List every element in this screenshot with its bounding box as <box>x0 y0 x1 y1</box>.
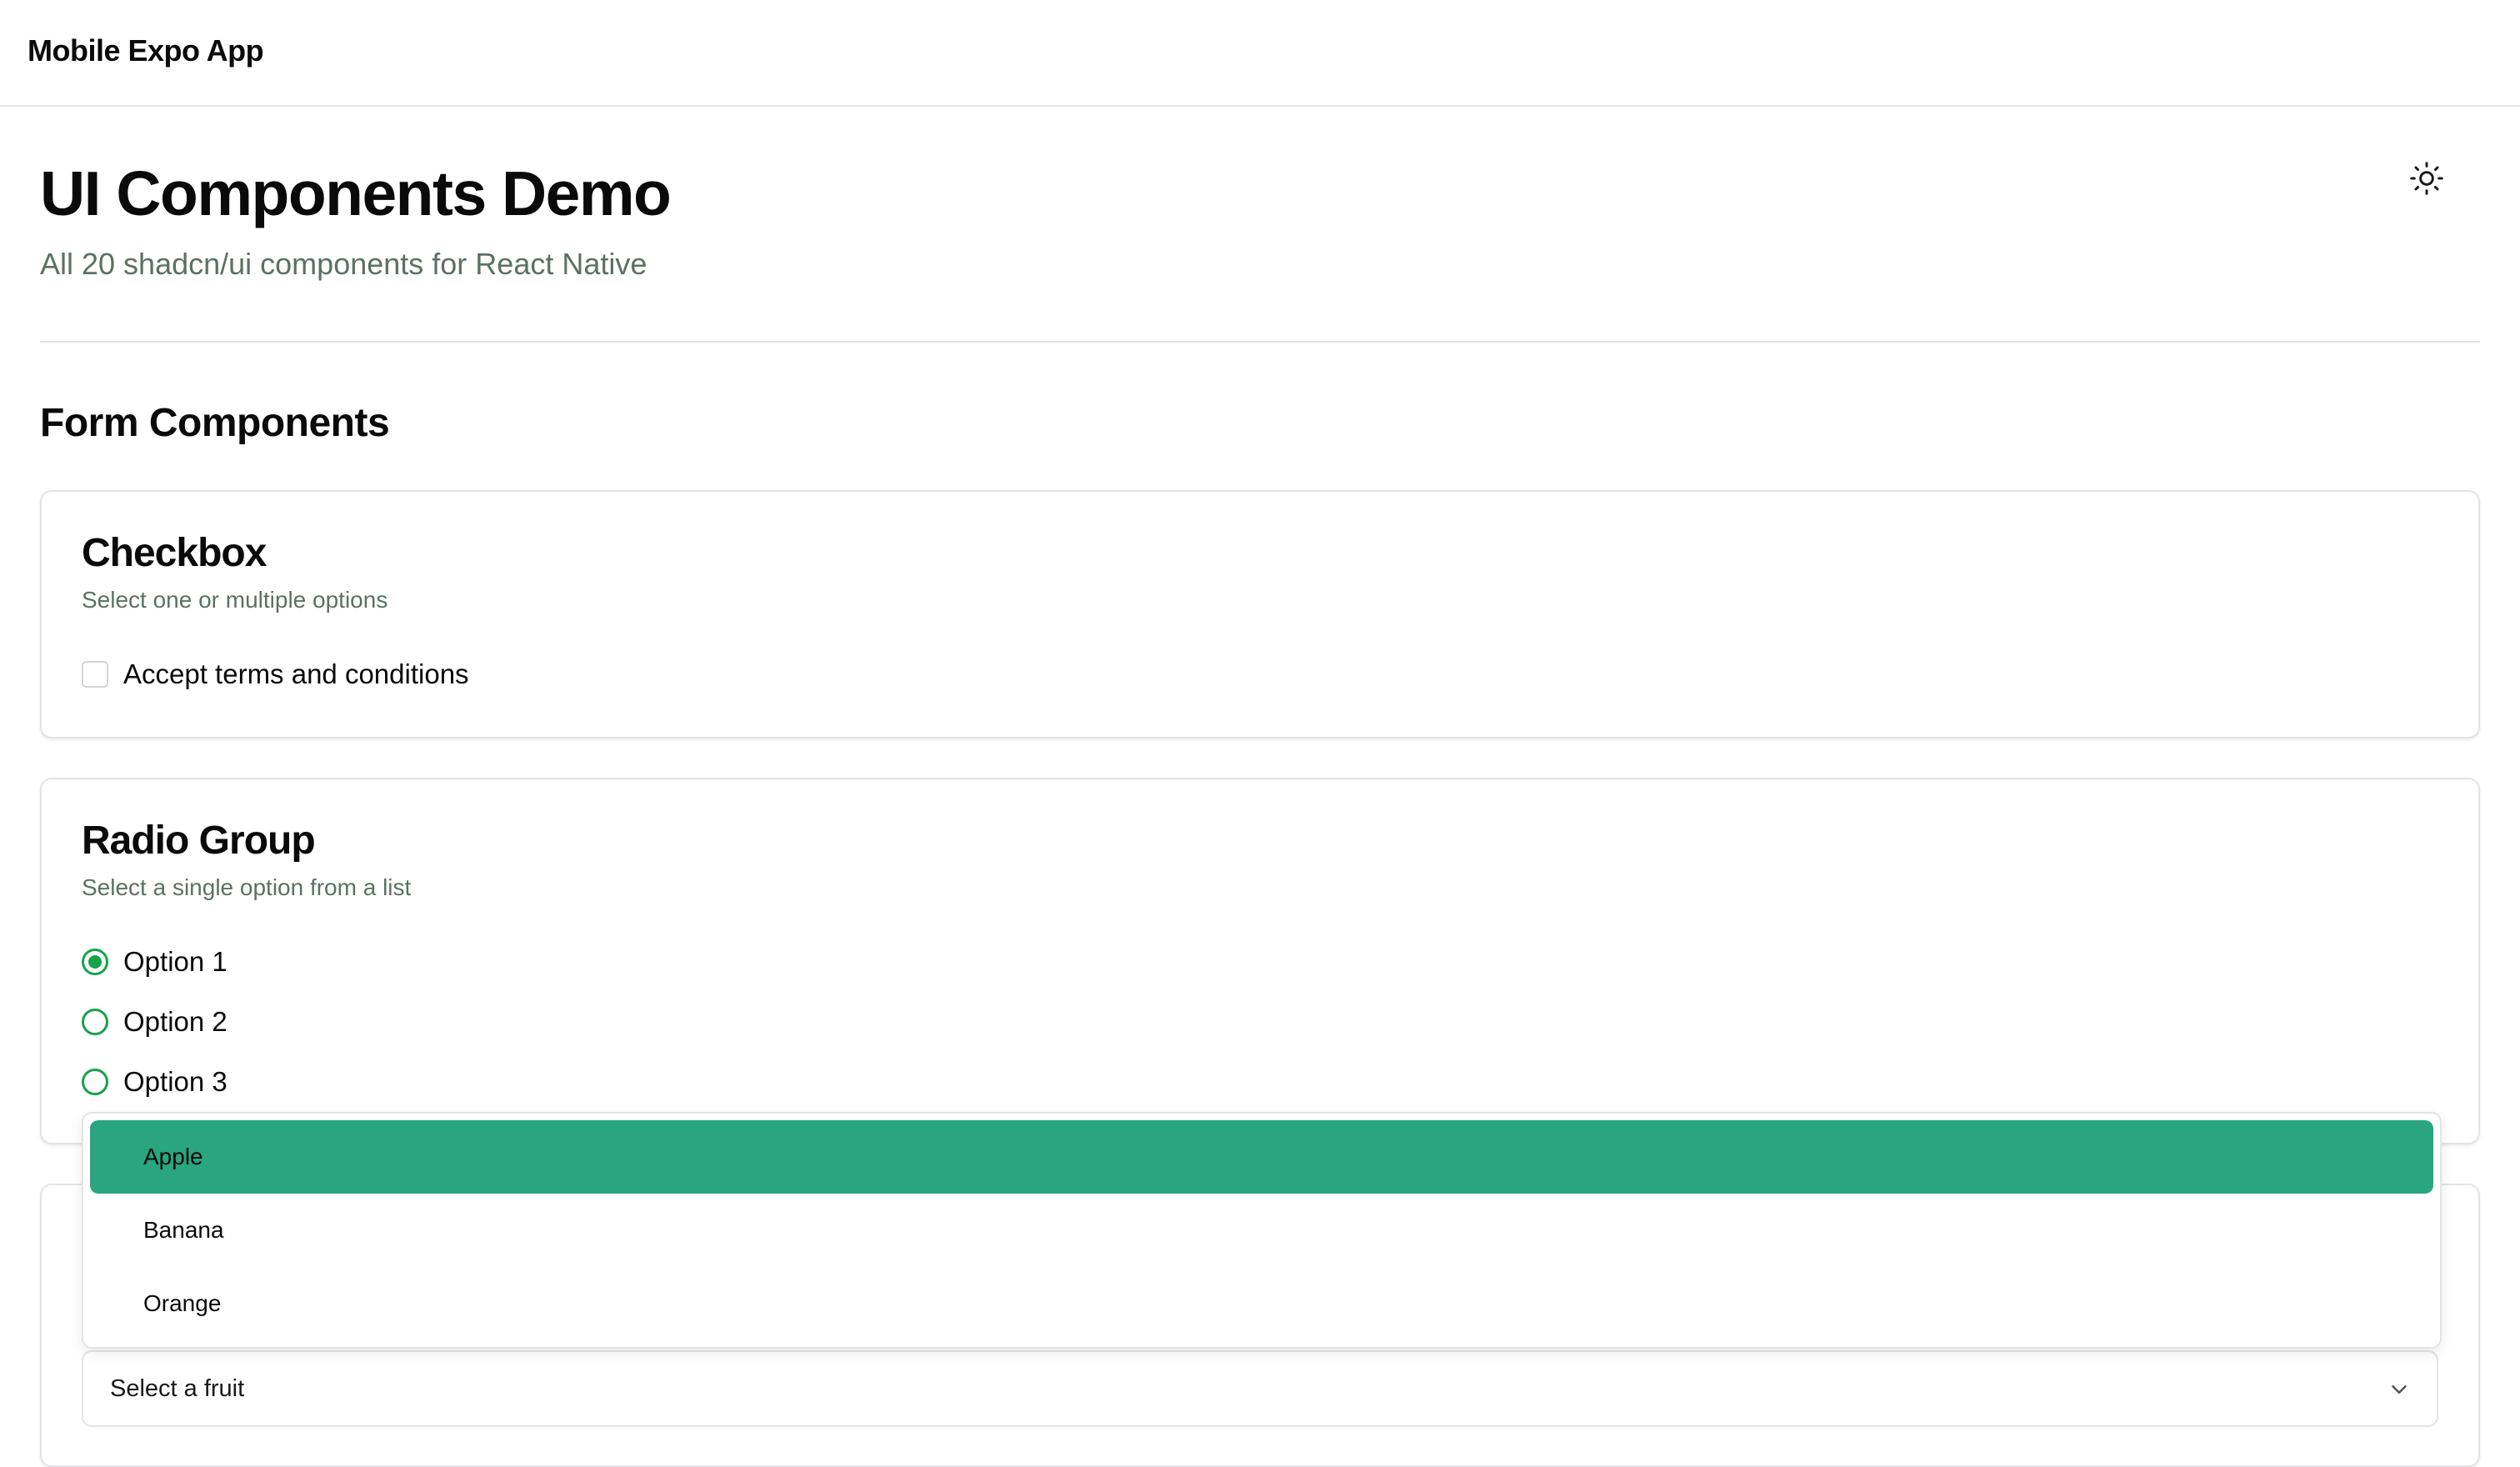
header-divider <box>40 341 2480 343</box>
select-option-orange[interactable]: Orange <box>90 1267 2433 1340</box>
radio-selected-dot <box>88 955 102 969</box>
card-description: Select a single option from a list <box>82 874 412 900</box>
checkbox-card: Checkbox Select one or multiple options … <box>40 490 2480 739</box>
radio-label: Option 1 <box>123 946 228 977</box>
radio-option-3[interactable]: Option 3 <box>82 1066 228 1098</box>
radio-label: Option 3 <box>123 1066 228 1097</box>
chevron-down-icon <box>2392 1385 2407 1394</box>
select-placeholder: Select a fruit <box>110 1374 245 1402</box>
radio-option-1[interactable]: Option 1 <box>82 946 228 978</box>
app-title: Mobile Expo App <box>28 33 264 68</box>
radio-option-2[interactable]: Option 2 <box>82 1006 228 1038</box>
select-option-apple[interactable]: Apple <box>90 1120 2433 1194</box>
radio-button[interactable] <box>82 949 108 975</box>
page-subtitle: All 20 shadcn/ui components for React Na… <box>40 247 648 281</box>
card-description: Select one or multiple options <box>82 587 388 613</box>
select-dropdown: Apple Banana Orange <box>82 1112 2442 1349</box>
terms-checkbox[interactable] <box>82 661 108 688</box>
radio-group-card: Radio Group Select a single option from … <box>40 778 2480 1144</box>
sun-icon <box>2410 162 2443 195</box>
radio-button[interactable] <box>82 1009 108 1035</box>
page-title: UI Components Demo <box>40 158 672 228</box>
radio-button[interactable] <box>82 1069 108 1095</box>
fruit-select[interactable]: Select a fruit <box>82 1350 2438 1427</box>
card-title: Checkbox <box>82 531 267 575</box>
radio-label: Option 2 <box>123 1006 228 1037</box>
card-title: Radio Group <box>82 819 316 863</box>
checkbox-label: Accept terms and conditions <box>123 658 469 689</box>
select-option-banana[interactable]: Banana <box>90 1194 2433 1267</box>
theme-toggle-button[interactable] <box>2403 155 2450 202</box>
app-header: Mobile Expo App <box>0 0 2520 107</box>
checkbox-row[interactable]: Accept terms and conditions <box>82 658 469 690</box>
section-title: Form Components <box>40 401 390 445</box>
